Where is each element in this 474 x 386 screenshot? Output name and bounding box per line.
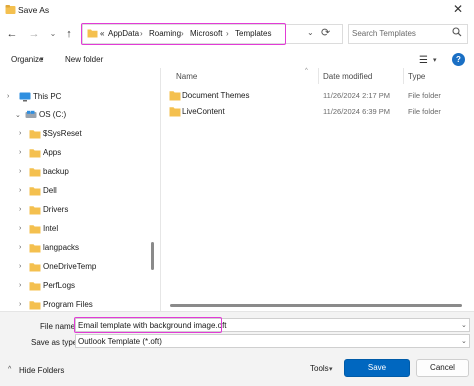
tree-item-dell[interactable]: › Dell [0, 183, 150, 199]
folder-icon [29, 301, 41, 310]
tools-button[interactable]: Tools [310, 364, 329, 373]
tree-item-backup[interactable]: › backup [0, 164, 150, 180]
recent-locations-button[interactable]: ⌄ [45, 26, 61, 42]
file-name: LiveContent [182, 107, 225, 116]
expand-chevron-icon[interactable]: › [19, 206, 21, 213]
file-name-highlight-annotation [74, 317, 222, 333]
expand-chevron-icon[interactable]: › [19, 225, 21, 232]
hide-folders-button[interactable]: Hide Folders [19, 366, 64, 375]
expand-chevron-icon[interactable]: › [19, 282, 21, 289]
organize-chevron-icon[interactable]: ▾ [40, 55, 44, 63]
file-name-dropdown-icon[interactable]: ⌄ [461, 321, 467, 329]
tree-item-perflogs[interactable]: › PerfLogs [0, 278, 150, 294]
folder-icon [169, 107, 181, 117]
tree-item-apps[interactable]: › Apps [0, 145, 150, 161]
save-type-dropdown-icon[interactable]: ⌄ [461, 337, 467, 345]
sort-caret-icon: ^ [305, 68, 308, 74]
tree-item-langpacks[interactable]: › langpacks [0, 240, 150, 256]
column-divider[interactable] [403, 68, 404, 84]
column-header-row [160, 69, 474, 83]
tree-item-onedrivetemp[interactable]: › OneDriveTemp [0, 259, 150, 275]
file-type: File folder [408, 107, 441, 116]
tree-item-intel[interactable]: › Intel [0, 221, 150, 237]
column-header-date[interactable]: Date modified [323, 72, 372, 81]
tree-item-label: OS (C:) [39, 110, 67, 119]
expand-chevron-icon[interactable]: › [19, 244, 21, 251]
collapse-chevron-icon[interactable]: ⌄ [15, 111, 21, 119]
folder-icon [29, 244, 41, 253]
window-title: Save As [18, 5, 50, 15]
search-icon[interactable] [452, 27, 462, 37]
new-folder-button[interactable]: New folder [65, 55, 103, 64]
expand-chevron-icon[interactable]: › [7, 93, 9, 100]
tree-item-label: Program Files [43, 300, 93, 309]
save-dialog-icon [5, 5, 16, 14]
expand-chevron-icon[interactable]: › [19, 187, 21, 194]
folder-icon [29, 149, 41, 158]
view-chevron-icon[interactable]: ▾ [433, 56, 437, 64]
pane-divider[interactable] [160, 68, 161, 311]
tree-item-label: Dell [43, 186, 57, 195]
view-options-icon[interactable]: ☰ [419, 55, 428, 66]
up-button[interactable]: ↑ [61, 26, 77, 42]
tree-item-label: backup [43, 167, 69, 176]
folder-icon [29, 168, 41, 177]
folder-icon [169, 91, 181, 101]
tree-item-label: OneDriveTemp [43, 262, 97, 271]
navigation-scrollbar[interactable] [151, 242, 154, 270]
horizontal-scrollbar[interactable] [170, 304, 462, 307]
tree-item-os-c[interactable]: ⌄ OS (C:) [0, 107, 150, 123]
folder-icon [29, 187, 41, 196]
tree-item-sysreset[interactable]: › $SysReset [0, 126, 150, 142]
organize-button[interactable]: Organize [11, 55, 43, 64]
tools-chevron-icon[interactable]: ▾ [329, 365, 333, 373]
tree-item-label: Apps [43, 148, 62, 157]
tree-item-label: PerfLogs [43, 281, 76, 290]
expand-chevron-icon[interactable]: › [19, 168, 21, 175]
search-input[interactable]: Search Templates [352, 29, 416, 38]
tree-item-label: This PC [33, 92, 62, 101]
file-row[interactable]: LiveContent 11/26/2024 6:39 PM File fold… [166, 105, 471, 119]
file-date: 11/26/2024 6:39 PM [323, 107, 390, 116]
folder-icon [29, 206, 41, 215]
this-pc-icon [19, 92, 31, 102]
drive-icon [25, 110, 37, 118]
close-icon[interactable]: ✕ [450, 2, 466, 18]
tree-item-label: Intel [43, 224, 59, 233]
tree-item-this-pc[interactable]: › This PC [0, 89, 150, 105]
folder-icon [29, 282, 41, 291]
hide-folders-chevron-icon[interactable]: ^ [8, 366, 11, 373]
file-name: Document Themes [182, 91, 250, 100]
expand-chevron-icon[interactable]: › [19, 149, 21, 156]
tree-item-label: Drivers [43, 205, 69, 214]
tree-item-label: langpacks [43, 243, 80, 252]
tree-item-drivers[interactable]: › Drivers [0, 202, 150, 218]
forward-button[interactable]: → [26, 26, 42, 42]
column-header-name[interactable]: Name [176, 72, 197, 81]
expand-chevron-icon[interactable]: › [19, 130, 21, 137]
file-type: File folder [408, 91, 441, 100]
file-row[interactable]: Document Themes 11/26/2024 2:17 PM File … [166, 89, 471, 103]
address-highlight-annotation [81, 23, 286, 45]
column-divider[interactable] [318, 68, 319, 84]
address-dropdown-icon[interactable]: ⌄ [307, 28, 314, 37]
column-header-type[interactable]: Type [408, 72, 425, 81]
expand-chevron-icon[interactable]: › [19, 263, 21, 270]
folder-icon [29, 225, 41, 234]
help-icon[interactable]: ? [452, 53, 465, 66]
cancel-button[interactable]: Cancel [416, 359, 469, 377]
folder-icon [29, 130, 41, 139]
title-bar [0, 0, 474, 20]
save-type-value[interactable]: Outlook Template (*.oft) [78, 337, 162, 346]
save-type-label: Save as type: [31, 338, 80, 347]
back-button[interactable]: ← [4, 26, 20, 42]
refresh-icon[interactable]: ⟳ [321, 26, 330, 39]
folder-icon [29, 263, 41, 272]
tree-item-label: $SysReset [43, 129, 82, 138]
save-button[interactable]: Save [344, 359, 410, 377]
expand-chevron-icon[interactable]: › [19, 301, 21, 308]
file-date: 11/26/2024 2:17 PM [323, 91, 390, 100]
file-name-label: File name: [40, 322, 78, 331]
